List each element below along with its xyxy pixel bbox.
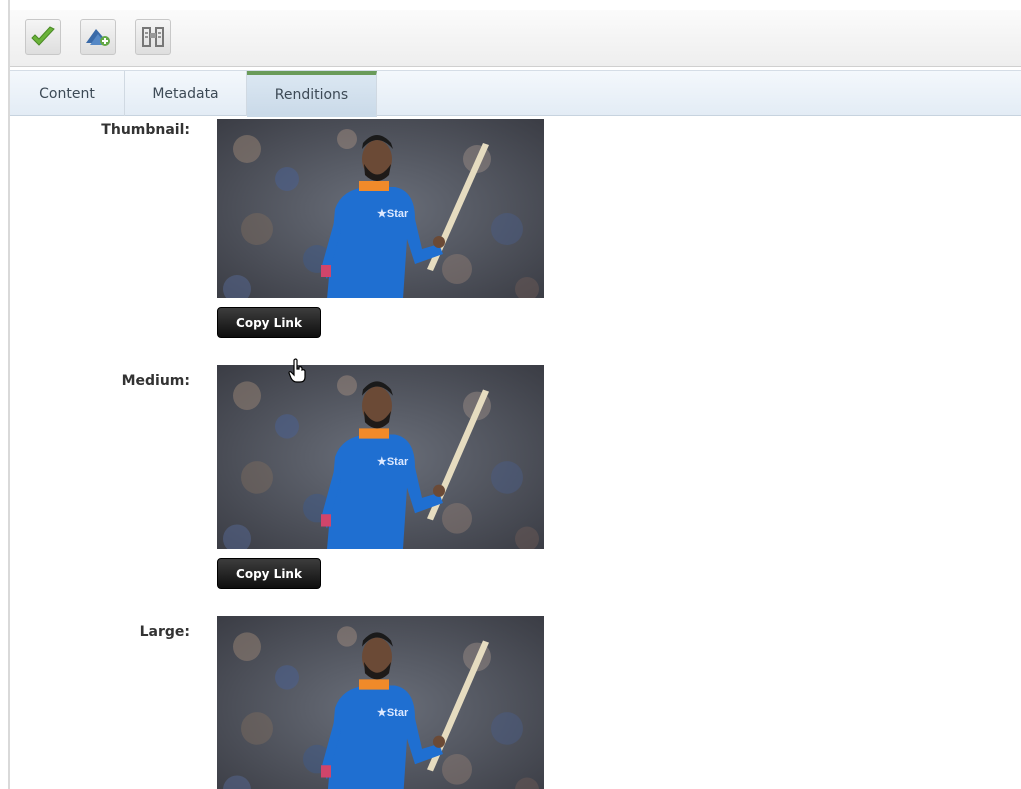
toolbar — [10, 10, 1021, 67]
large-label: Large: — [139, 624, 190, 640]
tab-renditions[interactable]: Renditions — [247, 71, 377, 117]
medium-image — [217, 365, 544, 549]
find-button[interactable] — [135, 19, 171, 55]
tab-content[interactable]: Content — [10, 71, 125, 116]
checkmark-icon — [31, 26, 55, 46]
binoculars-icon — [142, 27, 164, 47]
thumbnail-image — [217, 119, 544, 298]
tree-add-button[interactable] — [80, 19, 116, 55]
left-border — [8, 0, 10, 789]
thumbnail-label: Thumbnail: — [101, 122, 190, 138]
hand-cursor-icon — [288, 358, 306, 383]
medium-label: Medium: — [121, 373, 190, 389]
copy-link-button-medium[interactable]: Copy Link — [217, 558, 321, 589]
tree-add-icon — [86, 29, 110, 46]
large-image — [217, 616, 544, 789]
tab-bar: Content Metadata Renditions — [10, 70, 1021, 117]
copy-link-button-thumbnail[interactable]: Copy Link — [217, 307, 321, 338]
tab-metadata[interactable]: Metadata — [125, 71, 247, 116]
save-button[interactable] — [25, 19, 61, 55]
